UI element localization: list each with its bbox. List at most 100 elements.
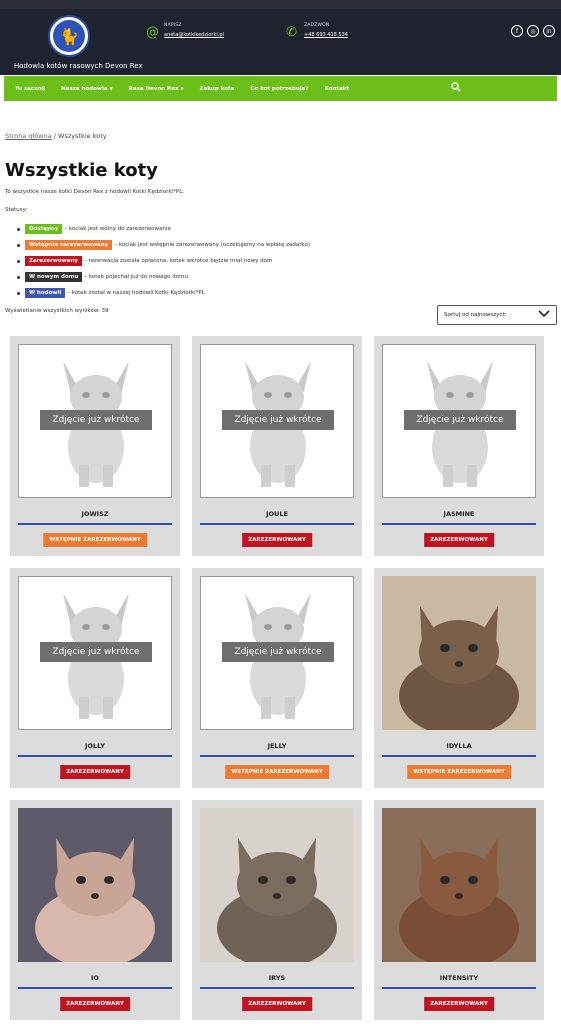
nav-item-kontakt[interactable]: Kontakt	[325, 86, 350, 92]
sort-select[interactable]: Sortuj od najnowszych	[437, 305, 557, 325]
product-card[interactable]: Zdjęcie już wkrótce JASMINE ZAREZERWOWANY	[374, 336, 544, 556]
nav-item-potrzeby[interactable]: Co kot potrzebuje?	[250, 86, 308, 92]
brand-name: Hodowla kotów rasowych Devon Rex	[14, 62, 143, 70]
kitten-photo[interactable]	[382, 808, 536, 962]
product-card[interactable]: Zdjęcie już wkrótce JELLY WSTĘPNIE ZAREZER…	[192, 568, 362, 788]
phone-link[interactable]: +48 693 418 534	[304, 32, 348, 38]
nav-item-start[interactable]: Tu zacznij	[15, 86, 45, 92]
top-strip	[0, 0, 561, 9]
product-name[interactable]: JOWISZ	[10, 510, 180, 518]
product-name[interactable]: JOLLY	[10, 742, 180, 750]
kitten-photo[interactable]	[200, 808, 354, 962]
search-icon[interactable]	[451, 82, 461, 95]
kitten-photo[interactable]	[18, 808, 172, 962]
bullet-icon	[17, 275, 20, 279]
divider	[18, 755, 172, 757]
nav-label: Co kot potrzebuje?	[250, 85, 309, 92]
cat-logo-icon: 🐈	[53, 20, 85, 52]
product-image-placeholder[interactable]: Zdjęcie już wkrótce	[200, 576, 354, 730]
status-description: – kotek został w naszej hodowli Kotki Kę…	[67, 290, 205, 296]
bullet-icon	[17, 291, 20, 295]
nav-item-rasa[interactable]: Rasa Devon Rex ▼	[129, 86, 184, 92]
phone-icon: ✆	[286, 25, 297, 40]
divider	[382, 987, 536, 989]
product-card[interactable]: IDYLLA WSTĘPNIE ZAREZERWOWANY	[374, 568, 544, 788]
product-grid: Zdjęcie już wkrótce JOWISZ WSTĘPNIE ZAREZE…	[10, 336, 555, 1020]
divider	[18, 987, 172, 989]
site-logo[interactable]: 🐈	[48, 15, 90, 57]
nav-item-zakup[interactable]: Zakup kota	[200, 86, 235, 92]
product-name[interactable]: JELLY	[192, 742, 362, 750]
status-description: – rezerwacja została opłacona, kotek wkr…	[83, 258, 273, 264]
status-legend-item: W nowym domu – kotek pojechał już do now…	[17, 269, 310, 285]
nav-item-hodowla[interactable]: Nasza hodowla ▼	[61, 86, 113, 92]
product-card[interactable]: Zdjęcie już wkrótce JOULE ZAREZERWOWANY	[192, 336, 362, 556]
phone-contact: ✆ ZADZWOŃ +48 693 418 534	[286, 23, 348, 40]
product-name[interactable]: IDYLLA	[374, 742, 544, 750]
product-card[interactable]: IO ZAREZERWOWANY	[10, 800, 180, 1020]
phone-label: ZADZWOŃ	[304, 23, 330, 28]
status-description: – kociak jest wstępnie zarezerwowany (oc…	[114, 242, 311, 248]
status-button[interactable]: ZAREZERWOWANY	[60, 997, 130, 1011]
bullet-icon	[17, 243, 20, 247]
status-button[interactable]: WSTĘPNIE ZAREZERWOWANY	[43, 533, 147, 547]
product-name[interactable]: JASMINE	[374, 510, 544, 518]
status-button[interactable]: ZAREZERWOWANY	[424, 997, 494, 1011]
product-card[interactable]: INTENSITY ZAREZERWOWANY	[374, 800, 544, 1020]
status-badge: Dostępny	[25, 224, 63, 234]
status-button[interactable]: ZAREZERWOWANY	[242, 997, 312, 1011]
product-name[interactable]: IRYS	[192, 974, 362, 982]
nav-label: Nasza hodowla	[61, 85, 108, 92]
product-card[interactable]: Zdjęcie już wkrótce JOWISZ WSTĘPNIE ZAREZE…	[10, 336, 180, 556]
chevron-down-icon	[538, 310, 550, 321]
status-button[interactable]: WSTĘPNIE ZAREZERWOWANY	[225, 765, 329, 779]
at-sign-icon: @	[146, 25, 159, 40]
divider	[200, 987, 354, 989]
results-count: Wyświetlanie wszystkich wyników: 39	[5, 308, 109, 314]
status-button[interactable]: WSTĘPNIE ZAREZERWOWANY	[407, 765, 511, 779]
nav-label: Rasa Devon Rex	[128, 85, 179, 92]
product-name[interactable]: JOULE	[192, 510, 362, 518]
statuses-label: Statusy:	[5, 207, 28, 213]
breadcrumb-home[interactable]: Strona główna	[5, 132, 52, 140]
placeholder-caption: Zdjęcie już wkrótce	[40, 642, 152, 662]
divider	[382, 523, 536, 525]
email-contact: @ NAPISZ aneta@kotkikedziorki.pl	[146, 23, 224, 40]
chevron-down-icon: ▼	[109, 85, 113, 91]
status-badge: Zarezerwowany	[25, 256, 82, 266]
kitten-photo-icon	[399, 838, 519, 962]
status-button[interactable]: ZAREZERWOWANY	[242, 533, 312, 547]
product-image-placeholder[interactable]: Zdjęcie już wkrótce	[382, 344, 536, 498]
status-button[interactable]: ZAREZERWOWANY	[60, 765, 130, 779]
placeholder-caption: Zdjęcie już wkrótce	[404, 410, 516, 430]
status-button[interactable]: ZAREZERWOWANY	[424, 533, 494, 547]
bullet-icon	[17, 259, 20, 263]
status-legend: Dostępny – kociak jest wolny do zarezerw…	[17, 221, 310, 301]
product-image-placeholder[interactable]: Zdjęcie już wkrótce	[18, 576, 172, 730]
email-link[interactable]: aneta@kotkikedziorki.pl	[164, 32, 224, 38]
instagram-icon[interactable]: ◎	[527, 25, 539, 37]
facebook-icon[interactable]: f	[511, 25, 523, 37]
status-description: – kotek pojechał już do nowego domu	[84, 274, 188, 280]
breadcrumb: Strona główna / Wszystkie koty	[5, 132, 107, 140]
placeholder-caption: Zdjęcie już wkrótce	[40, 410, 152, 430]
product-image-placeholder[interactable]: Zdjęcie już wkrótce	[200, 344, 354, 498]
kitten-photo-icon	[35, 838, 155, 962]
divider	[200, 755, 354, 757]
status-legend-item: Wstępnie zarezerwowany – kociak jest wst…	[17, 237, 310, 253]
product-card[interactable]: IRYS ZAREZERWOWANY	[192, 800, 362, 1020]
divider	[382, 755, 536, 757]
nav-label: Tu zacznij	[15, 85, 46, 92]
product-image-placeholder[interactable]: Zdjęcie już wkrótce	[18, 344, 172, 498]
product-name[interactable]: IO	[10, 974, 180, 982]
site-header: 🐈 Hodowla kotów rasowych Devon Rex @ NAP…	[0, 9, 561, 75]
nav-label: Kontakt	[324, 85, 350, 92]
linkedin-icon[interactable]: in	[543, 25, 555, 37]
placeholder-caption: Zdjęcie już wkrótce	[222, 410, 334, 430]
chevron-down-icon: ▼	[180, 85, 184, 91]
product-name[interactable]: INTENSITY	[374, 974, 544, 982]
divider	[200, 523, 354, 525]
status-badge: Wstępnie zarezerwowany	[25, 240, 113, 250]
product-card[interactable]: Zdjęcie już wkrótce JOLLY ZAREZERWOWANY	[10, 568, 180, 788]
kitten-photo[interactable]	[382, 576, 536, 730]
